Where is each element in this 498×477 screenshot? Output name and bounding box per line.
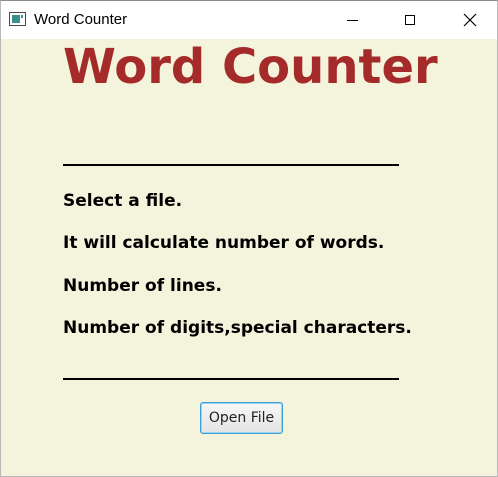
maximize-button[interactable] (387, 1, 433, 39)
bottom-divider (63, 378, 399, 380)
instruction-lines: Number of lines. (63, 276, 222, 296)
minimize-icon (346, 19, 358, 21)
main-content: Word Counter Select a file. It will calc… (1, 39, 497, 476)
window-title: Word Counter (34, 11, 128, 28)
maximize-icon (405, 15, 415, 25)
instruction-select-file: Select a file. (63, 191, 183, 211)
app-window-icon (9, 12, 26, 26)
close-button[interactable] (447, 1, 493, 39)
minimize-button[interactable] (329, 1, 375, 39)
close-icon (463, 13, 477, 27)
top-divider (63, 164, 399, 166)
page-title: Word Counter (63, 39, 438, 95)
title-bar[interactable]: Word Counter (1, 1, 497, 39)
app-window: Word Counter Word Counter Select a file.… (0, 0, 498, 477)
open-file-button[interactable]: Open File (200, 402, 283, 434)
instruction-digits: Number of digits,special characters. (63, 318, 412, 338)
instruction-words: It will calculate number of words. (63, 233, 385, 253)
